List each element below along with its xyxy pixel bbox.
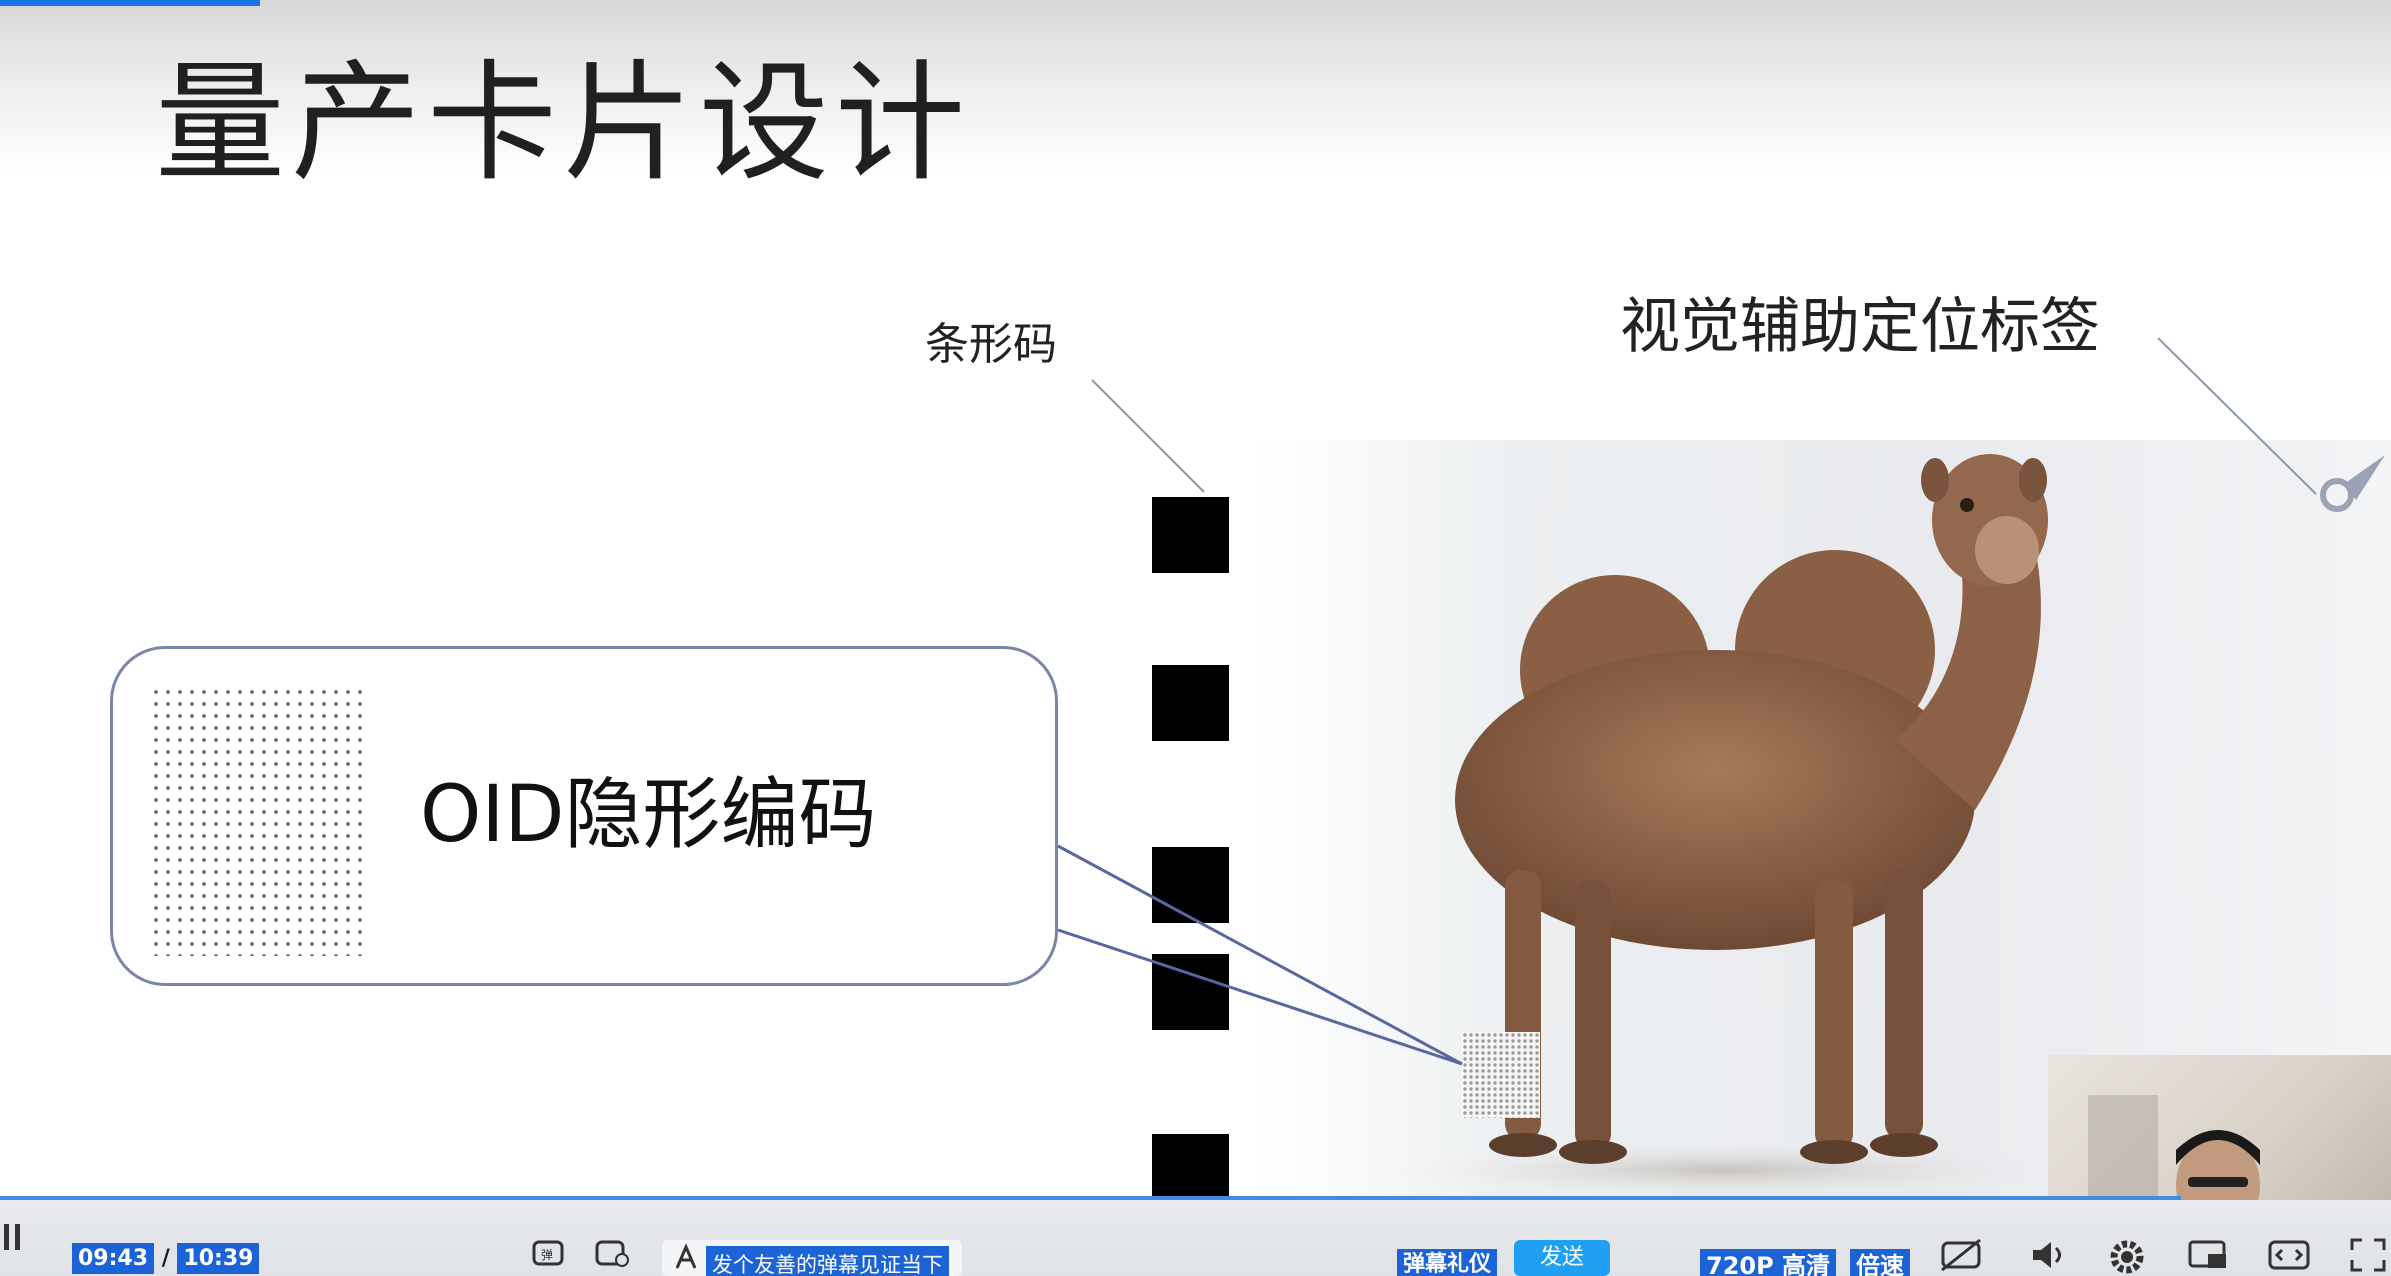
send-button[interactable]: 发送 [1514,1240,1610,1276]
video-player: 量产卡片设计 条形码 视觉辅助定位标签 OID隐形编码 09:43 / 10:3… [0,0,2391,1276]
widescreen-icon[interactable] [2268,1238,2310,1276]
player-controls: 09:43 / 10:39 弹 发个友善的弹幕见证当下 弹幕礼仪 发送 720P… [0,1200,2391,1276]
picture-in-picture-icon[interactable] [2188,1238,2228,1276]
danmaku-etiquette-link[interactable]: 弹幕礼仪 [1397,1249,1498,1276]
volume-icon[interactable] [2030,1238,2070,1276]
current-time: 09:43 [72,1243,155,1274]
pause-icon[interactable] [4,1220,22,1254]
fullscreen-icon[interactable] [2350,1238,2386,1276]
subtitle-off-icon[interactable] [1940,1238,1984,1276]
danmaku-toggle-icon[interactable]: 弹 [532,1238,566,1272]
visual-tag-pointer-line [2157,337,2317,495]
time-separator: / [161,1246,170,1271]
total-time: 10:39 [177,1243,260,1274]
text-style-icon[interactable] [672,1243,700,1273]
danmaku-placeholder: 发个友善的弹幕见证当下 [706,1246,949,1276]
svg-text:弹: 弹 [541,1248,553,1262]
speed-button[interactable]: 倍速 [1850,1249,1910,1276]
gear-icon[interactable] [2108,1238,2146,1276]
barcode-pointer-line [1091,379,1205,493]
quality-button[interactable]: 720P 高清 [1700,1249,1837,1276]
danmaku-settings-icon[interactable] [595,1238,629,1272]
oid-pointer-line [1057,844,1463,1066]
visual-tag-marker-icon [2320,455,2385,512]
danmaku-input[interactable]: 发个友善的弹幕见证当下 [662,1240,962,1276]
connector-lines [1057,337,2385,1066]
